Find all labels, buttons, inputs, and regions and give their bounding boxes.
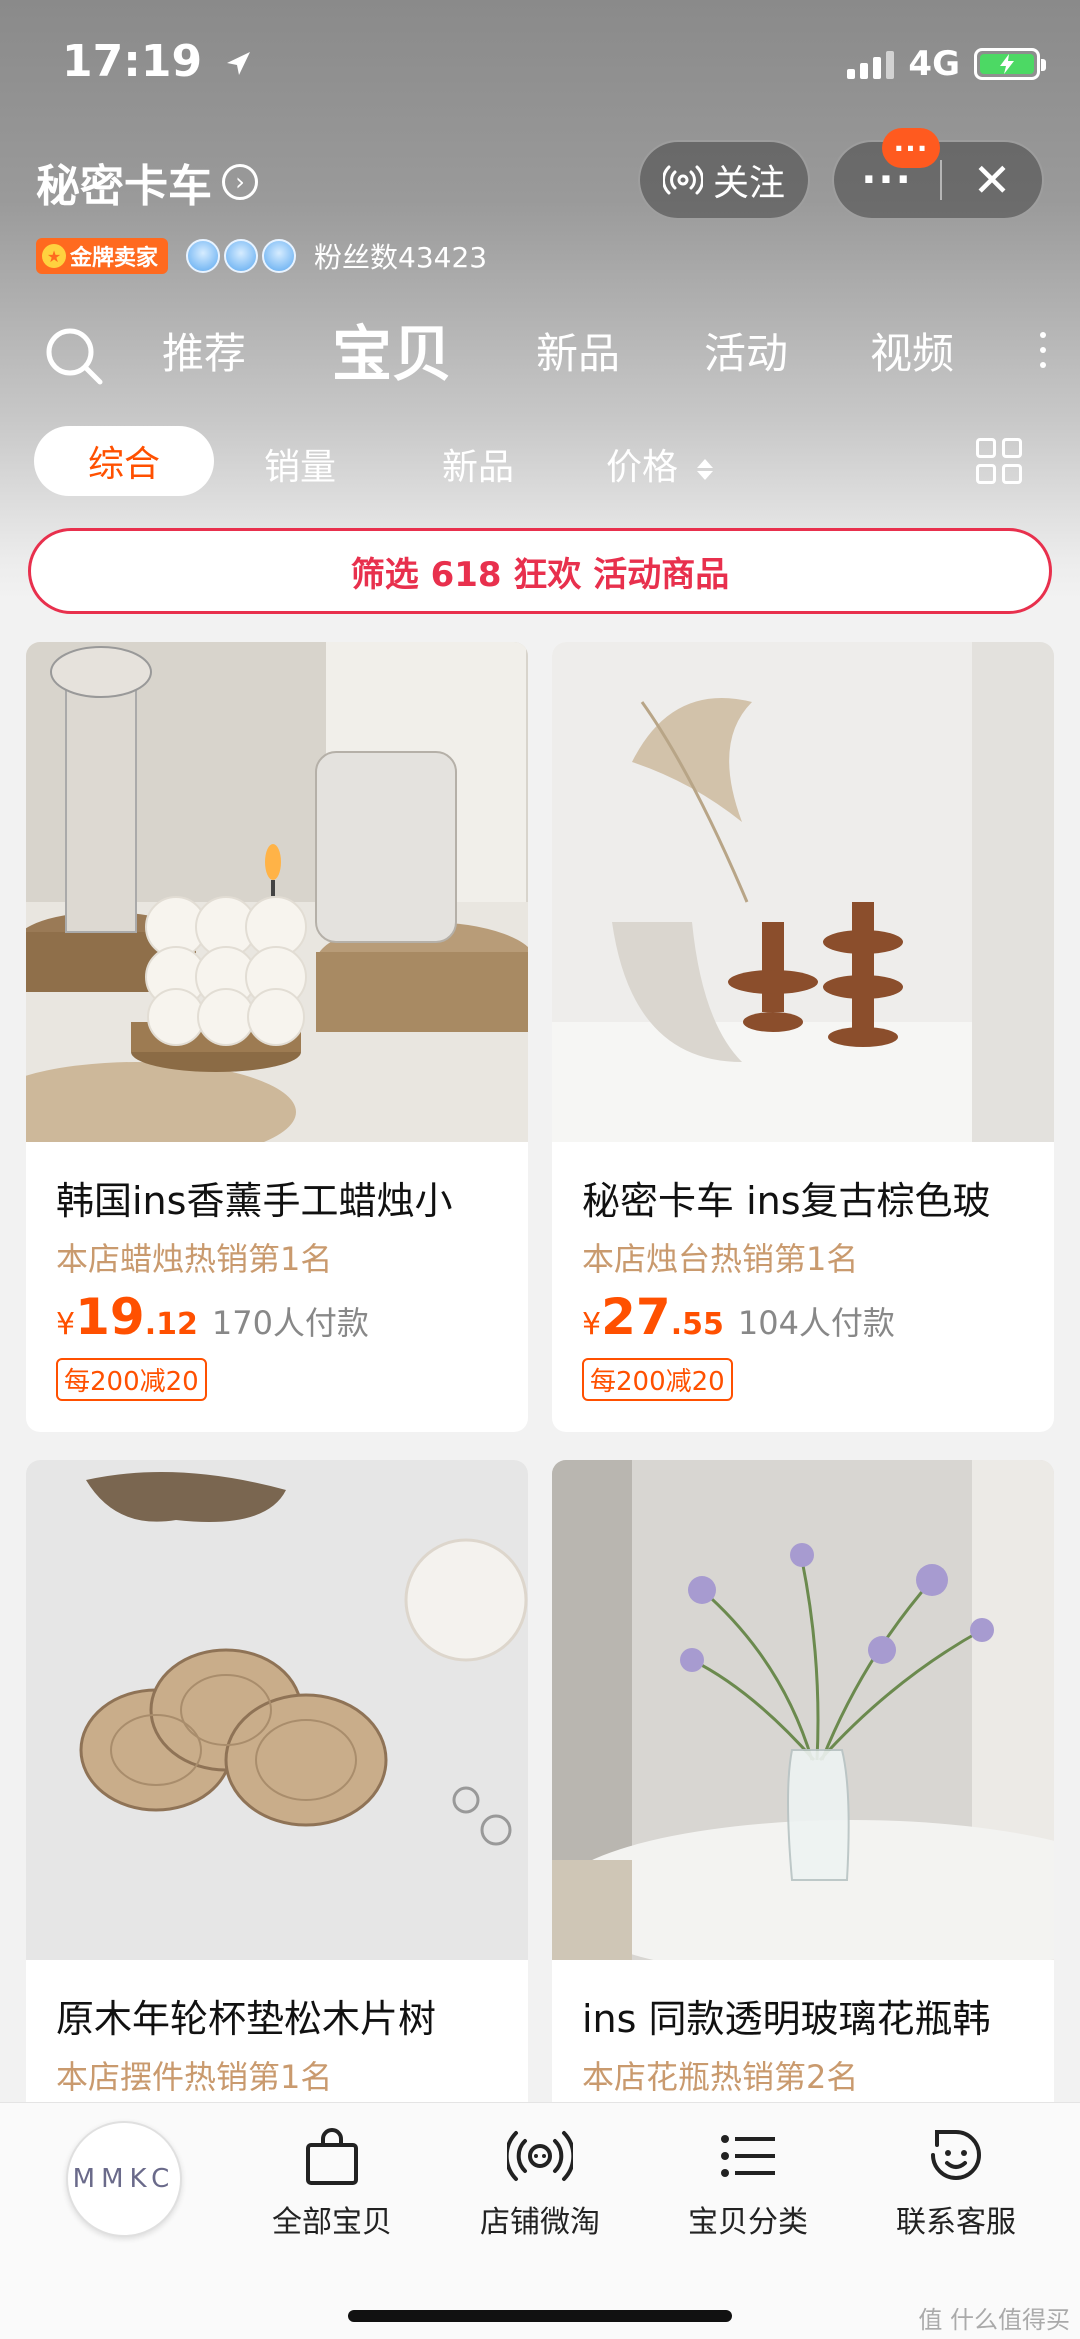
tab-videos[interactable]: 视频 bbox=[870, 320, 954, 381]
shop-logo[interactable]: MMKC bbox=[66, 2121, 182, 2237]
nav-label: 全部宝贝 bbox=[272, 2205, 392, 2240]
network-type: 4G bbox=[908, 44, 960, 84]
status-time: 17:19 bbox=[62, 36, 253, 87]
sold-count: 104人付款 bbox=[737, 1304, 895, 1342]
nav-categories[interactable]: 宝贝分类 bbox=[668, 2125, 828, 2241]
gold-seller-label: 金牌卖家 bbox=[70, 246, 159, 271]
broadcast-icon bbox=[507, 2131, 573, 2181]
product-rank: 本店烛台热销第1名 bbox=[582, 1240, 859, 1278]
medal-icon: ★ bbox=[42, 244, 66, 268]
sort-comprehensive[interactable]: 综合 bbox=[34, 426, 214, 496]
shop-name-text: 秘密卡车 bbox=[36, 161, 212, 212]
product-title[interactable]: ins 同款透明玻璃花瓶韩 bbox=[582, 1988, 1032, 2043]
location-arrow-icon bbox=[227, 52, 251, 75]
sort-price[interactable]: 价格 bbox=[606, 438, 714, 490]
coupon-badge: 每200减20 bbox=[56, 1358, 207, 1401]
product-rank: 本店花瓶热销第2名 bbox=[582, 2058, 859, 2096]
tab-products[interactable]: 宝贝 bbox=[332, 306, 452, 393]
search-icon[interactable] bbox=[44, 326, 106, 392]
chevron-right-icon: › bbox=[222, 164, 258, 200]
follow-button[interactable]: 关注 bbox=[638, 140, 810, 220]
home-indicator[interactable] bbox=[348, 2310, 732, 2322]
bag-icon bbox=[306, 2128, 358, 2185]
crown-icon bbox=[262, 239, 297, 273]
message-badge: ··· bbox=[882, 128, 940, 168]
product-card[interactable]: 原木年轮杯垫松木片树 本店摆件热销第1名 bbox=[26, 1460, 528, 2160]
follow-label: 关注 bbox=[712, 163, 785, 204]
product-card[interactable]: ins 同款透明玻璃花瓶韩 本店花瓶热销第2名 bbox=[552, 1460, 1054, 2160]
nav-label: 宝贝分类 bbox=[688, 2205, 808, 2240]
service-icon bbox=[931, 2130, 981, 2180]
status-indicators: 4G bbox=[847, 44, 1046, 84]
product-rank: 本店蜡烛热销第1名 bbox=[56, 1240, 333, 1278]
product-price: ¥ 27 .55 104人付款 bbox=[582, 1288, 895, 1346]
product-image[interactable] bbox=[26, 642, 528, 1142]
nav-shop-feed[interactable]: 店铺微淘 bbox=[460, 2125, 620, 2241]
battery-icon bbox=[974, 48, 1046, 80]
product-card[interactable]: 韩国ins香薰手工蜡烛小 本店蜡烛热销第1名 ¥ 19 .12 170人付款 每… bbox=[26, 642, 528, 1432]
list-icon bbox=[721, 2135, 775, 2177]
close-button[interactable]: ✕ bbox=[942, 142, 1042, 218]
fans-count: 粉丝数43423 bbox=[314, 241, 488, 274]
sort-sales[interactable]: 销量 bbox=[264, 438, 336, 490]
tab-events[interactable]: 活动 bbox=[704, 320, 788, 381]
tab-new[interactable]: 新品 bbox=[536, 320, 620, 381]
header-background bbox=[0, 0, 1080, 600]
price-integer: 27 bbox=[601, 1288, 671, 1346]
product-image[interactable] bbox=[552, 1460, 1054, 1960]
product-price: ¥ 19 .12 170人付款 bbox=[56, 1288, 369, 1346]
crown-icon bbox=[224, 239, 259, 273]
more-tabs-icon[interactable] bbox=[1040, 332, 1046, 368]
shop-name[interactable]: 秘密卡车 › bbox=[36, 150, 258, 214]
product-rank: 本店摆件热销第1名 bbox=[56, 2058, 333, 2096]
coupon-badge: 每200减20 bbox=[582, 1358, 733, 1401]
product-image[interactable] bbox=[26, 1460, 528, 1960]
gold-seller-badge: ★ 金牌卖家 bbox=[36, 238, 169, 274]
product-card[interactable]: 秘密卡车 ins复古棕色玻 本店烛台热销第1名 ¥ 27 .55 104人付款 … bbox=[552, 642, 1054, 1432]
nav-label: 联系客服 bbox=[896, 2205, 1016, 2240]
signal-icon bbox=[847, 49, 895, 79]
broadcast-icon bbox=[662, 165, 703, 195]
price-decimal: .12 bbox=[144, 1307, 198, 1342]
grid-view-icon[interactable] bbox=[976, 438, 1022, 484]
product-title[interactable]: 秘密卡车 ins复古棕色玻 bbox=[582, 1170, 1032, 1225]
crown-level-icons bbox=[186, 239, 297, 273]
sold-count: 170人付款 bbox=[211, 1304, 369, 1342]
nav-customer-service[interactable]: 联系客服 bbox=[876, 2125, 1036, 2241]
sort-price-label: 价格 bbox=[606, 447, 679, 488]
product-title[interactable]: 韩国ins香薰手工蜡烛小 bbox=[56, 1170, 506, 1225]
sort-new[interactable]: 新品 bbox=[442, 438, 514, 490]
shop-badges: ★ 金牌卖家 粉丝数43423 bbox=[36, 236, 487, 276]
price-decimal: .55 bbox=[670, 1307, 724, 1342]
price-currency: ¥ bbox=[56, 1307, 76, 1342]
product-image[interactable] bbox=[552, 642, 1054, 1142]
price-integer: 19 bbox=[75, 1288, 145, 1346]
price-currency: ¥ bbox=[582, 1307, 602, 1342]
tab-recommend[interactable]: 推荐 bbox=[162, 320, 246, 381]
status-time-text: 17:19 bbox=[62, 36, 203, 87]
watermark: 值 什么值得买 bbox=[918, 2306, 1070, 2334]
product-title[interactable]: 原木年轮杯垫松木片树 bbox=[56, 1988, 506, 2043]
nav-all-products[interactable]: 全部宝贝 bbox=[252, 2125, 412, 2241]
crown-icon bbox=[186, 239, 221, 273]
promo-filter-button[interactable]: 筛选 618 狂欢 活动商品 bbox=[28, 528, 1052, 614]
sort-arrows-icon bbox=[697, 458, 714, 480]
nav-label: 店铺微淘 bbox=[480, 2205, 600, 2240]
